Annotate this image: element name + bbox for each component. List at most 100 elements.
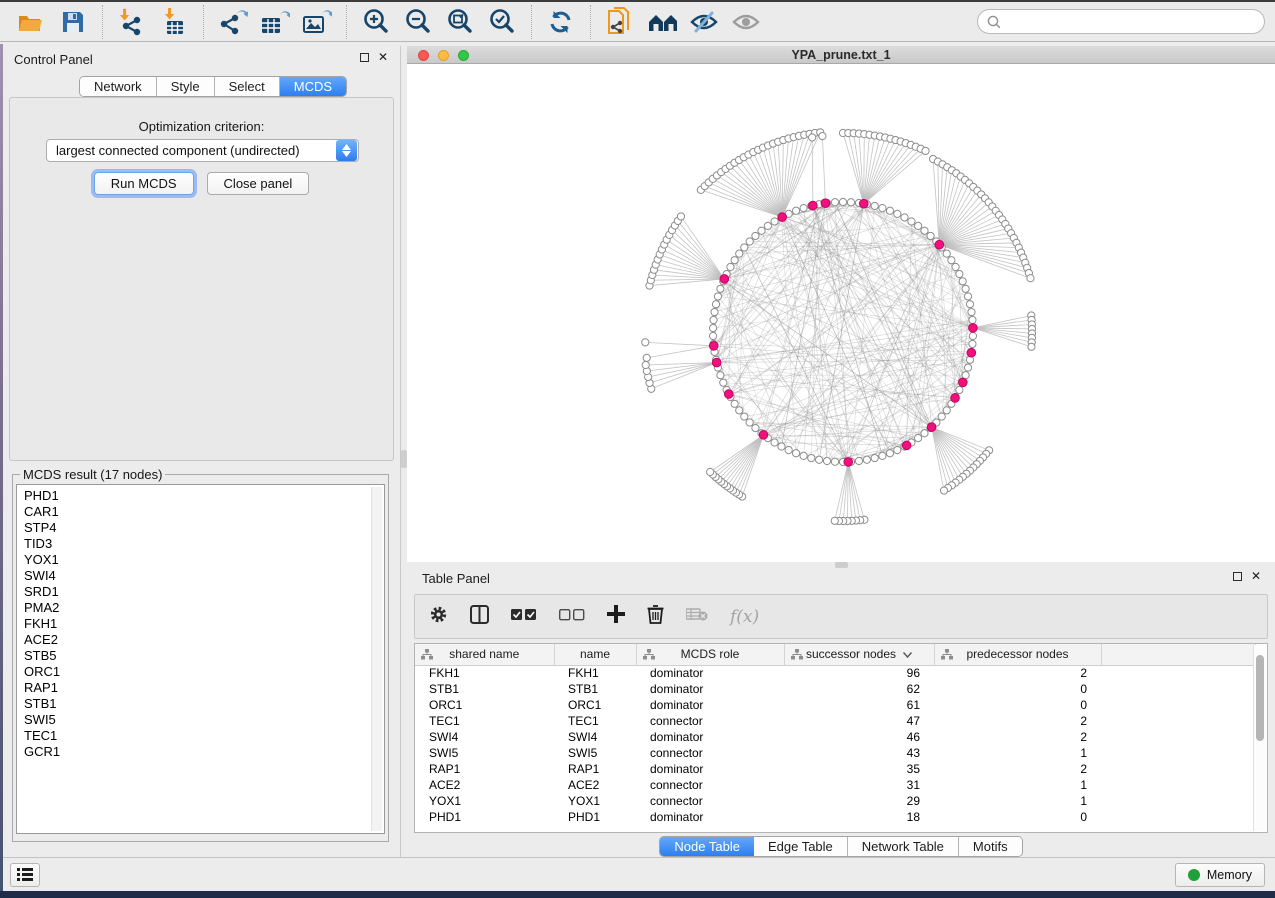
table-row[interactable]: RAP1RAP1dominator352	[415, 761, 1256, 777]
run-mcds-button[interactable]: Run MCDS	[94, 172, 194, 195]
tab-edge-table[interactable]: Edge Table	[754, 837, 848, 856]
network-canvas[interactable]	[407, 64, 1275, 562]
network-titlebar[interactable]: YPA_prune.txt_1	[407, 46, 1275, 64]
mcds-result-item[interactable]: PHD1	[24, 488, 384, 504]
cell-predecessor-nodes[interactable]: 2	[934, 665, 1101, 681]
cell-predecessor-nodes[interactable]: 1	[934, 777, 1101, 793]
cell-name[interactable]: ACE2	[554, 777, 636, 793]
cell-MCDS-role[interactable]: dominator	[636, 809, 784, 825]
mcds-result-item[interactable]: SWI5	[24, 712, 384, 728]
mcds-result-list[interactable]: PHD1CAR1STP4TID3YOX1SWI4SRD1PMA2FKH1ACE2…	[16, 484, 385, 834]
mcds-result-item[interactable]: CAR1	[24, 504, 384, 520]
mcds-result-item[interactable]: ACE2	[24, 632, 384, 648]
tab-style[interactable]: Style	[157, 77, 215, 96]
cell-successor-nodes[interactable]: 18	[784, 809, 934, 825]
cell-MCDS-role[interactable]: dominator	[636, 729, 784, 745]
cell-shared-name[interactable]: RAP1	[415, 761, 554, 777]
cell-shared-name[interactable]: PHD1	[415, 809, 554, 825]
float-panel-icon[interactable]	[1233, 572, 1242, 581]
cell-name[interactable]: SWI5	[554, 745, 636, 761]
column-header-shared-name[interactable]: shared name	[415, 644, 554, 665]
zoom-in-icon[interactable]	[361, 7, 391, 37]
cell-successor-nodes[interactable]: 29	[784, 793, 934, 809]
mcds-result-item[interactable]: SWI4	[24, 568, 384, 584]
cell-MCDS-role[interactable]: connector	[636, 777, 784, 793]
cell-predecessor-nodes[interactable]: 0	[934, 681, 1101, 697]
mcds-result-item[interactable]: TID3	[24, 536, 384, 552]
cell-successor-nodes[interactable]: 62	[784, 681, 934, 697]
mcds-result-item[interactable]: ORC1	[24, 664, 384, 680]
cell-name[interactable]: PHD1	[554, 809, 636, 825]
vertical-splitter[interactable]	[400, 46, 407, 859]
tab-select[interactable]: Select	[215, 77, 280, 96]
cell-shared-name[interactable]: FKH1	[415, 665, 554, 681]
delete-column-icon[interactable]	[647, 604, 664, 629]
cell-name[interactable]: STB1	[554, 681, 636, 697]
mcds-result-item[interactable]: STB5	[24, 648, 384, 664]
show-columns-icon[interactable]	[470, 605, 489, 629]
tab-network-table[interactable]: Network Table	[848, 837, 959, 856]
cell-MCDS-role[interactable]: dominator	[636, 697, 784, 713]
mcds-result-item[interactable]: YOX1	[24, 552, 384, 568]
zoom-fit-icon[interactable]	[445, 7, 475, 37]
refresh-layout-icon[interactable]	[546, 7, 576, 37]
column-header-MCDS-role[interactable]: MCDS role	[636, 644, 784, 665]
export-table-icon[interactable]	[260, 7, 290, 37]
mcds-result-item[interactable]: TEC1	[24, 728, 384, 744]
cell-successor-nodes[interactable]: 31	[784, 777, 934, 793]
float-panel-icon[interactable]	[360, 53, 369, 62]
cell-name[interactable]: YOX1	[554, 793, 636, 809]
cell-shared-name[interactable]: YOX1	[415, 793, 554, 809]
table-settings-gear-icon[interactable]	[429, 605, 448, 629]
cell-name[interactable]: ORC1	[554, 697, 636, 713]
task-history-button[interactable]	[10, 863, 40, 887]
hide-selected-icon[interactable]	[689, 7, 719, 37]
cell-successor-nodes[interactable]: 43	[784, 745, 934, 761]
memory-button[interactable]: Memory	[1175, 863, 1265, 887]
table-row[interactable]: YOX1YOX1connector291	[415, 793, 1256, 809]
table-row[interactable]: SWI5SWI5connector431	[415, 745, 1256, 761]
zoom-out-icon[interactable]	[403, 7, 433, 37]
cell-MCDS-role[interactable]: dominator	[636, 665, 784, 681]
mcds-result-item[interactable]: SRD1	[24, 584, 384, 600]
table-row[interactable]: STB1STB1dominator620	[415, 681, 1256, 697]
mcds-result-item[interactable]: PMA2	[24, 600, 384, 616]
cell-successor-nodes[interactable]: 47	[784, 713, 934, 729]
zoom-selected-icon[interactable]	[487, 7, 517, 37]
close-panel-button[interactable]: Close panel	[207, 172, 310, 195]
tab-mcds[interactable]: MCDS	[280, 77, 346, 96]
column-header-successor-nodes[interactable]: successor nodes	[784, 644, 934, 665]
cell-predecessor-nodes[interactable]: 2	[934, 761, 1101, 777]
table-scrollbar-thumb[interactable]	[1256, 655, 1264, 741]
cell-shared-name[interactable]: SWI5	[415, 745, 554, 761]
mcds-result-item[interactable]: GCR1	[24, 744, 384, 760]
add-column-icon[interactable]	[607, 605, 625, 628]
search-box[interactable]	[977, 9, 1265, 34]
cell-shared-name[interactable]: ACE2	[415, 777, 554, 793]
cell-shared-name[interactable]: ORC1	[415, 697, 554, 713]
export-image-icon[interactable]	[302, 7, 332, 37]
table-row[interactable]: FKH1FKH1dominator962	[415, 665, 1256, 681]
column-header-name[interactable]: name	[554, 644, 636, 665]
import-network-icon[interactable]	[117, 7, 147, 37]
first-neighbors-icon[interactable]	[647, 7, 677, 37]
search-input[interactable]	[1007, 15, 1255, 29]
tab-node-table[interactable]: Node Table	[660, 837, 754, 856]
cell-predecessor-nodes[interactable]: 0	[934, 697, 1101, 713]
mcds-list-scrollbar[interactable]	[371, 487, 382, 831]
cell-successor-nodes[interactable]: 96	[784, 665, 934, 681]
mcds-result-item[interactable]: STB1	[24, 696, 384, 712]
import-table-icon[interactable]	[159, 7, 189, 37]
mcds-result-item[interactable]: FKH1	[24, 616, 384, 632]
cell-name[interactable]: SWI4	[554, 729, 636, 745]
cell-shared-name[interactable]: SWI4	[415, 729, 554, 745]
cell-name[interactable]: RAP1	[554, 761, 636, 777]
close-panel-icon[interactable]: ✕	[378, 53, 388, 62]
cell-successor-nodes[interactable]: 61	[784, 697, 934, 713]
mcds-result-item[interactable]: RAP1	[24, 680, 384, 696]
export-network-icon[interactable]	[218, 7, 248, 37]
cell-name[interactable]: TEC1	[554, 713, 636, 729]
new-network-from-selection-icon[interactable]	[605, 7, 635, 37]
cell-name[interactable]: FKH1	[554, 665, 636, 681]
node-table-grid[interactable]: shared namenameMCDS rolesuccessor nodesp…	[415, 644, 1256, 825]
